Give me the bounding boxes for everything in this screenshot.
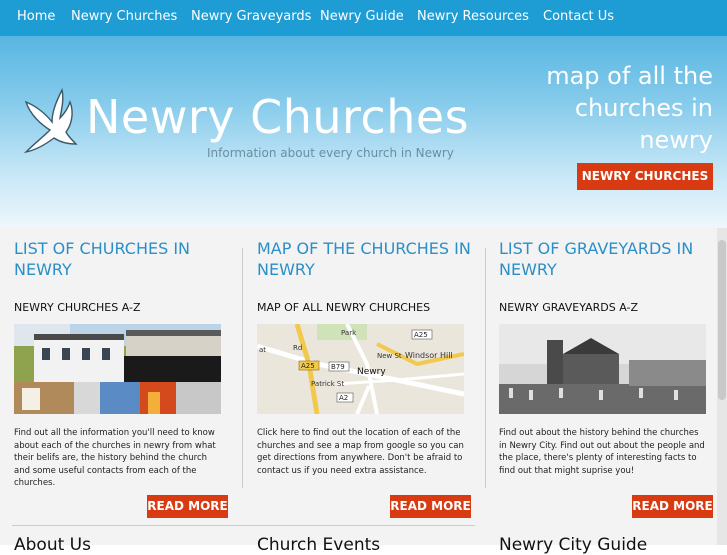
column-graveyards-list: LIST OF GRAVEYARDS IN NEWRY NEWRY GRAVEY… <box>499 238 714 476</box>
map-label-at: at <box>259 346 266 354</box>
newry-city-guide-heading[interactable]: Newry City Guide <box>499 535 647 555</box>
column-divider <box>485 248 486 488</box>
column-heading[interactable]: LIST OF CHURCHES IN NEWRY <box>14 238 229 280</box>
map-label-park: Park <box>341 329 357 337</box>
church-events-heading[interactable]: Church Events <box>257 535 380 555</box>
map-label-b79: B79 <box>331 363 345 371</box>
site-title[interactable]: Newry Churches <box>86 90 469 144</box>
newry-churches-button[interactable]: NEWRY CHURCHES <box>577 163 713 190</box>
top-nav: Home Newry Churches Newry Graveyards New… <box>0 0 727 36</box>
nav-newry-resources[interactable]: Newry Resources <box>417 9 529 24</box>
column-churches-list: LIST OF CHURCHES IN NEWRY NEWRY CHURCHES… <box>14 238 229 488</box>
read-more-button-churches[interactable]: READ MORE <box>147 495 228 518</box>
column-subheading[interactable]: NEWRY CHURCHES A-Z <box>14 301 140 314</box>
map-label-road: Rd <box>293 344 302 352</box>
churches-collage-image[interactable] <box>14 324 221 414</box>
section-divider <box>12 525 475 526</box>
column-heading[interactable]: MAP OF THE CHURCHES IN NEWRY <box>257 238 472 280</box>
column-description: Click here to find out the location of e… <box>257 428 464 476</box>
column-description: Find out all the information you'll need… <box>14 428 216 489</box>
content-area: LIST OF CHURCHES IN NEWRY NEWRY CHURCHES… <box>0 228 727 555</box>
graveyard-image[interactable] <box>499 324 706 414</box>
map-label-patrick: Patrick St <box>311 380 344 388</box>
nav-home[interactable]: Home <box>17 9 55 24</box>
about-us-heading[interactable]: About Us <box>14 535 91 555</box>
nav-contact-us[interactable]: Contact Us <box>543 9 614 24</box>
dove-logo-icon[interactable] <box>22 88 84 166</box>
column-heading[interactable]: LIST OF GRAVEYARDS IN NEWRY <box>499 238 714 280</box>
scrollbar-thumb[interactable] <box>718 240 726 400</box>
column-churches-map: MAP OF THE CHURCHES IN NEWRY MAP OF ALL … <box>257 238 472 476</box>
promo-text: map of all the churches in newry <box>546 62 713 154</box>
read-more-button-map[interactable]: READ MORE <box>390 495 471 518</box>
map-label-new-st: New St <box>377 352 402 360</box>
column-description: Find out about the history behind the ch… <box>499 428 705 476</box>
map-label-windsor: Windsor Hill <box>405 351 453 360</box>
map-label-newry: Newry <box>357 367 386 377</box>
nav-newry-guide[interactable]: Newry Guide <box>320 9 404 24</box>
site-tagline: Information about every church in Newry <box>207 146 454 160</box>
nav-newry-graveyards[interactable]: Newry Graveyards <box>191 9 311 24</box>
column-subheading[interactable]: NEWRY GRAVEYARDS A-Z <box>499 301 638 314</box>
column-divider <box>242 248 243 488</box>
map-label-a25-left: A25 <box>301 362 315 370</box>
newry-map-image[interactable]: Park Rd at A25 Windsor Hill New St A25 B… <box>257 324 464 414</box>
read-more-button-graveyards[interactable]: READ MORE <box>632 495 713 518</box>
map-label-a2: A2 <box>339 394 348 402</box>
map-label-a25-top: A25 <box>414 331 428 339</box>
nav-newry-churches[interactable]: Newry Churches <box>71 9 177 24</box>
column-subheading[interactable]: MAP OF ALL NEWRY CHURCHES <box>257 301 430 314</box>
